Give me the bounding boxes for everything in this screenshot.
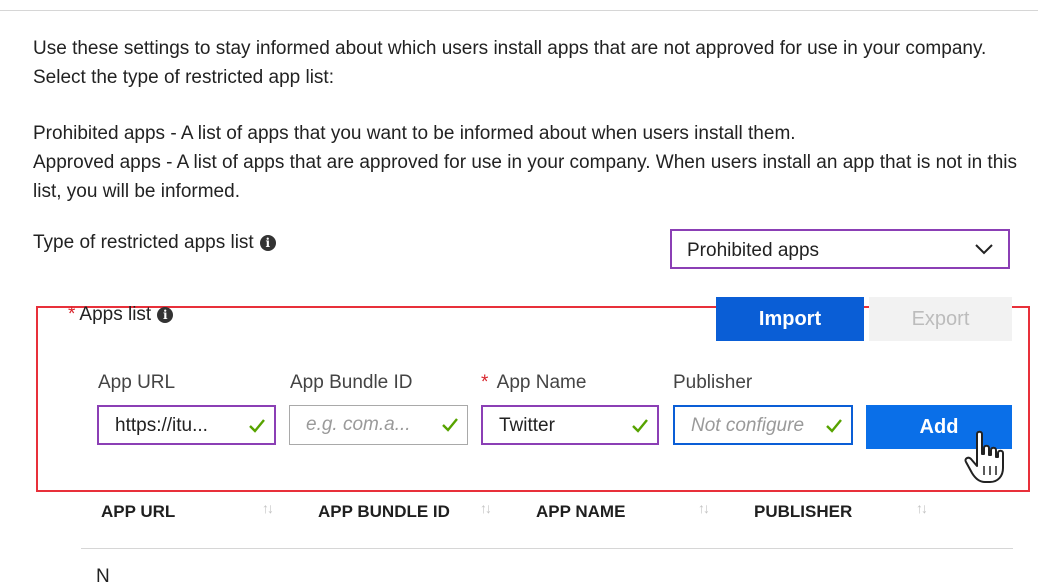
table-header-divider [81, 548, 1013, 549]
import-button[interactable]: Import [716, 297, 864, 341]
app-name-label-text: App Name [496, 372, 587, 393]
app-name-label: * App Name [481, 372, 586, 394]
list-type-descriptions: Prohibited apps - A list of apps that yo… [33, 119, 1023, 206]
info-icon[interactable]: i [259, 234, 276, 251]
info-icon[interactable]: i [157, 306, 174, 323]
empty-table-text: N [96, 566, 110, 587]
checkmark-icon [442, 418, 458, 432]
restricted-type-label: Type of restricted apps list i [33, 232, 276, 254]
chevron-down-icon [975, 244, 993, 255]
app-url-input[interactable]: https://itu... [97, 405, 276, 445]
sort-icon[interactable]: ↑↓ [262, 500, 274, 516]
app-url-value: https://itu... [115, 415, 208, 436]
column-header-publisher[interactable]: PUBLISHER [754, 502, 852, 522]
apps-list-label: * Apps list i [68, 304, 174, 326]
dropdown-selected-value: Prohibited apps [687, 240, 820, 261]
publisher-label: Publisher [673, 372, 753, 393]
publisher-placeholder: Not configure [691, 415, 805, 436]
required-asterisk: * [481, 372, 489, 393]
intro-paragraph: Use these settings to stay informed abou… [33, 38, 987, 88]
app-url-label: App URL [98, 372, 176, 393]
app-bundle-id-placeholder: e.g. com.a... [306, 414, 411, 435]
app-name-value: Twitter [499, 415, 555, 436]
column-header-app-bundle-id[interactable]: APP BUNDLE ID [318, 502, 450, 522]
app-name-input[interactable]: Twitter [481, 405, 659, 445]
app-bundle-id-input[interactable]: e.g. com.a... [289, 405, 468, 445]
column-header-app-name[interactable]: APP NAME [536, 502, 625, 522]
column-header-app-url[interactable]: APP URL [101, 502, 175, 522]
checkmark-icon [826, 419, 842, 433]
app-bundle-id-label: App Bundle ID [290, 372, 413, 393]
approved-description: Approved apps - A list of apps that are … [33, 152, 1017, 202]
export-button[interactable]: Export [869, 297, 1012, 341]
checkmark-icon [249, 419, 265, 433]
publisher-input[interactable]: Not configure [673, 405, 853, 445]
hand-pointer-cursor-icon [964, 430, 1004, 483]
checkmark-icon [632, 419, 648, 433]
restricted-type-label-text: Type of restricted apps list [33, 232, 254, 253]
top-divider [0, 10, 1038, 11]
sort-icon[interactable]: ↑↓ [916, 500, 928, 516]
sort-icon[interactable]: ↑↓ [698, 500, 710, 516]
apps-list-label-text: Apps list [79, 304, 152, 325]
prohibited-description: Prohibited apps - A list of apps that yo… [33, 123, 796, 144]
restricted-type-dropdown[interactable]: Prohibited apps [670, 229, 1010, 269]
required-asterisk: * [68, 304, 76, 325]
sort-icon[interactable]: ↑↓ [480, 500, 492, 516]
